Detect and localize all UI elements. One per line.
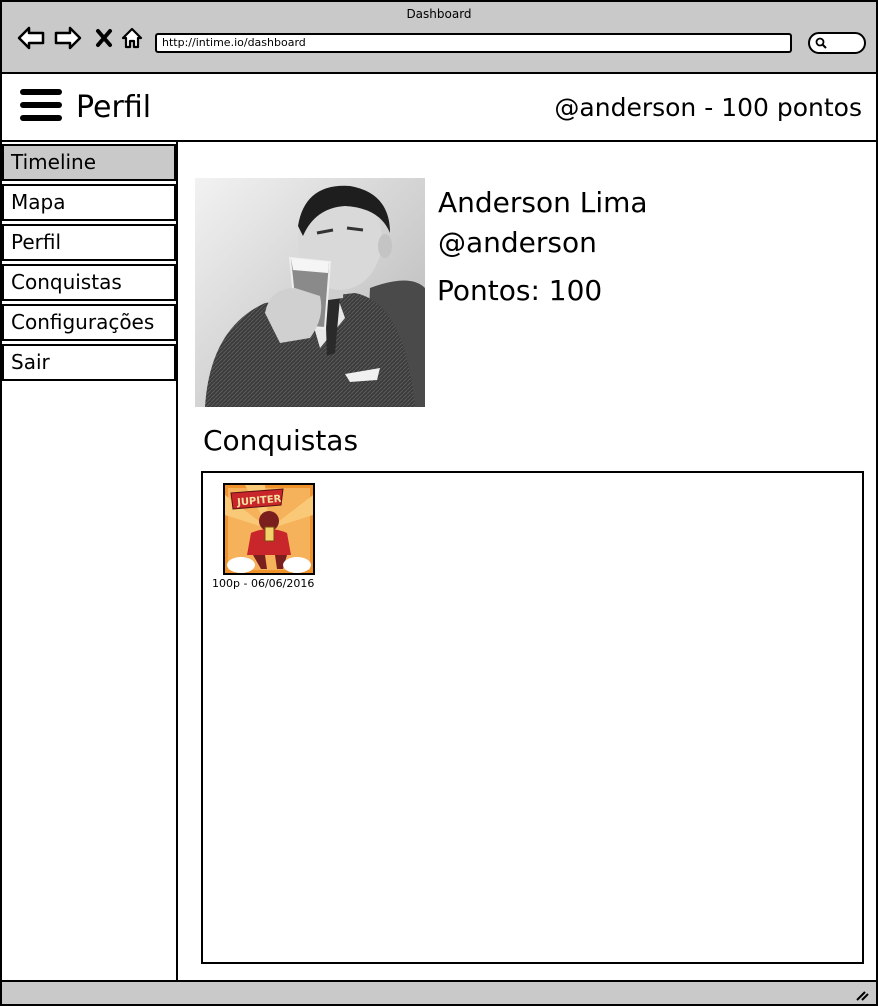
status-bar bbox=[2, 980, 876, 1004]
browser-chrome: Dashboard http://intime.io/dashboard bbox=[2, 2, 876, 74]
sidebar: Timeline Mapa Perfil Conquistas Configur… bbox=[2, 142, 178, 980]
achievements-title: Conquistas bbox=[203, 424, 359, 457]
sidebar-item-perfil[interactable]: Perfil bbox=[2, 224, 176, 261]
resize-grip-icon[interactable] bbox=[854, 986, 870, 1002]
sidebar-item-configuracoes[interactable]: Configurações bbox=[2, 304, 176, 341]
search-field[interactable] bbox=[808, 32, 866, 54]
sidebar-item-timeline[interactable]: Timeline bbox=[2, 144, 176, 181]
stop-icon[interactable] bbox=[90, 24, 118, 52]
sidebar-item-mapa[interactable]: Mapa bbox=[2, 184, 176, 221]
home-icon[interactable] bbox=[118, 24, 146, 52]
back-icon[interactable] bbox=[17, 24, 45, 52]
badge-caption: 100p - 06/06/2016 bbox=[212, 577, 315, 590]
sidebar-item-conquistas[interactable]: Conquistas bbox=[2, 264, 176, 301]
achievement-badge[interactable]: JUPITER bbox=[223, 483, 315, 575]
profile-photo bbox=[195, 178, 425, 407]
menu-icon[interactable] bbox=[20, 89, 62, 127]
page-title: Perfil bbox=[76, 90, 152, 125]
app-header: Perfil @anderson - 100 pontos bbox=[2, 74, 876, 142]
url-input[interactable]: http://intime.io/dashboard bbox=[155, 33, 792, 53]
profile-points: Pontos: 100 bbox=[437, 274, 603, 307]
window-title: Dashboard bbox=[406, 7, 472, 21]
forward-icon[interactable] bbox=[54, 24, 82, 52]
search-icon bbox=[815, 37, 827, 49]
profile-name: Anderson Lima bbox=[438, 186, 648, 219]
user-status: @anderson - 100 pontos bbox=[554, 93, 862, 122]
profile-handle: @anderson bbox=[438, 226, 597, 259]
browser-window: Dashboard http://intime.io/dashboard Per… bbox=[0, 0, 878, 1006]
sidebar-item-sair[interactable]: Sair bbox=[2, 344, 176, 381]
